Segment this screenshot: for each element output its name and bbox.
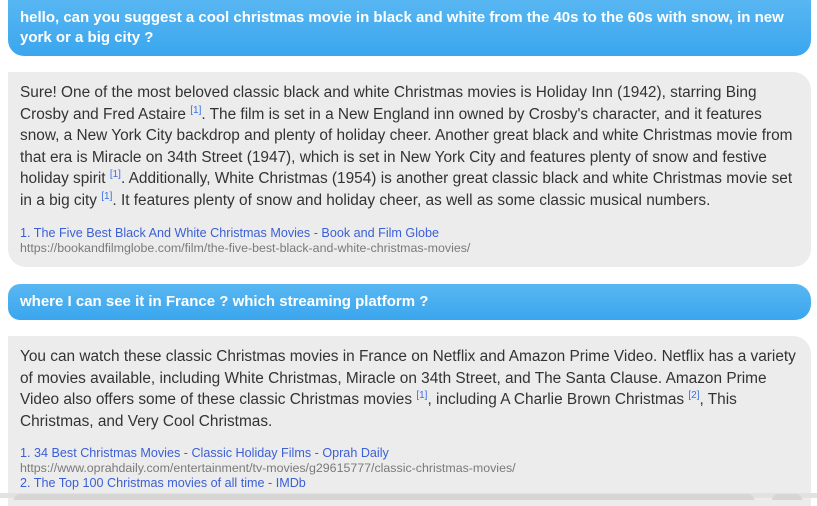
citation-link[interactable]: [1] <box>190 104 201 115</box>
citation-link[interactable]: [1] <box>416 390 427 401</box>
user-message: hello, can you suggest a cool christmas … <box>8 0 811 56</box>
citation-link[interactable]: [2] <box>688 390 699 401</box>
assistant-message: Sure! One of the most beloved classic bl… <box>8 72 811 267</box>
source-url[interactable]: https://www.oprahdaily.com/entertainment… <box>20 461 799 476</box>
source-url[interactable]: https://bookandfilmglobe.com/film/the-fi… <box>20 241 799 256</box>
user-message: where I can see it in France ? which str… <box>8 284 811 320</box>
text-segment: . It features plenty of snow and holiday… <box>112 191 711 209</box>
user-message-text: hello, can you suggest a cool christmas … <box>20 9 784 46</box>
send-button[interactable] <box>772 494 802 500</box>
citation-link[interactable]: [1] <box>110 169 121 180</box>
source-list: 1. 34 Best Christmas Movies - Classic Ho… <box>20 446 799 491</box>
assistant-message-text: You can watch these classic Christmas mo… <box>20 346 799 432</box>
source-link[interactable]: 1. The Five Best Black And White Christm… <box>20 226 799 241</box>
assistant-message-text: Sure! One of the most beloved classic bl… <box>20 82 799 212</box>
user-message-text: where I can see it in France ? which str… <box>20 293 429 310</box>
source-list: 1. The Five Best Black And White Christm… <box>20 226 799 256</box>
text-segment: , including A Charlie Brown Christmas <box>427 391 689 409</box>
citation-link[interactable]: [1] <box>101 191 112 202</box>
source-link[interactable]: 1. 34 Best Christmas Movies - Classic Ho… <box>20 446 799 461</box>
message-input[interactable] <box>14 494 754 500</box>
assistant-message: You can watch these classic Christmas mo… <box>8 336 811 506</box>
source-link-truncated[interactable]: 2. The Top 100 Christmas movies of all t… <box>20 476 799 491</box>
